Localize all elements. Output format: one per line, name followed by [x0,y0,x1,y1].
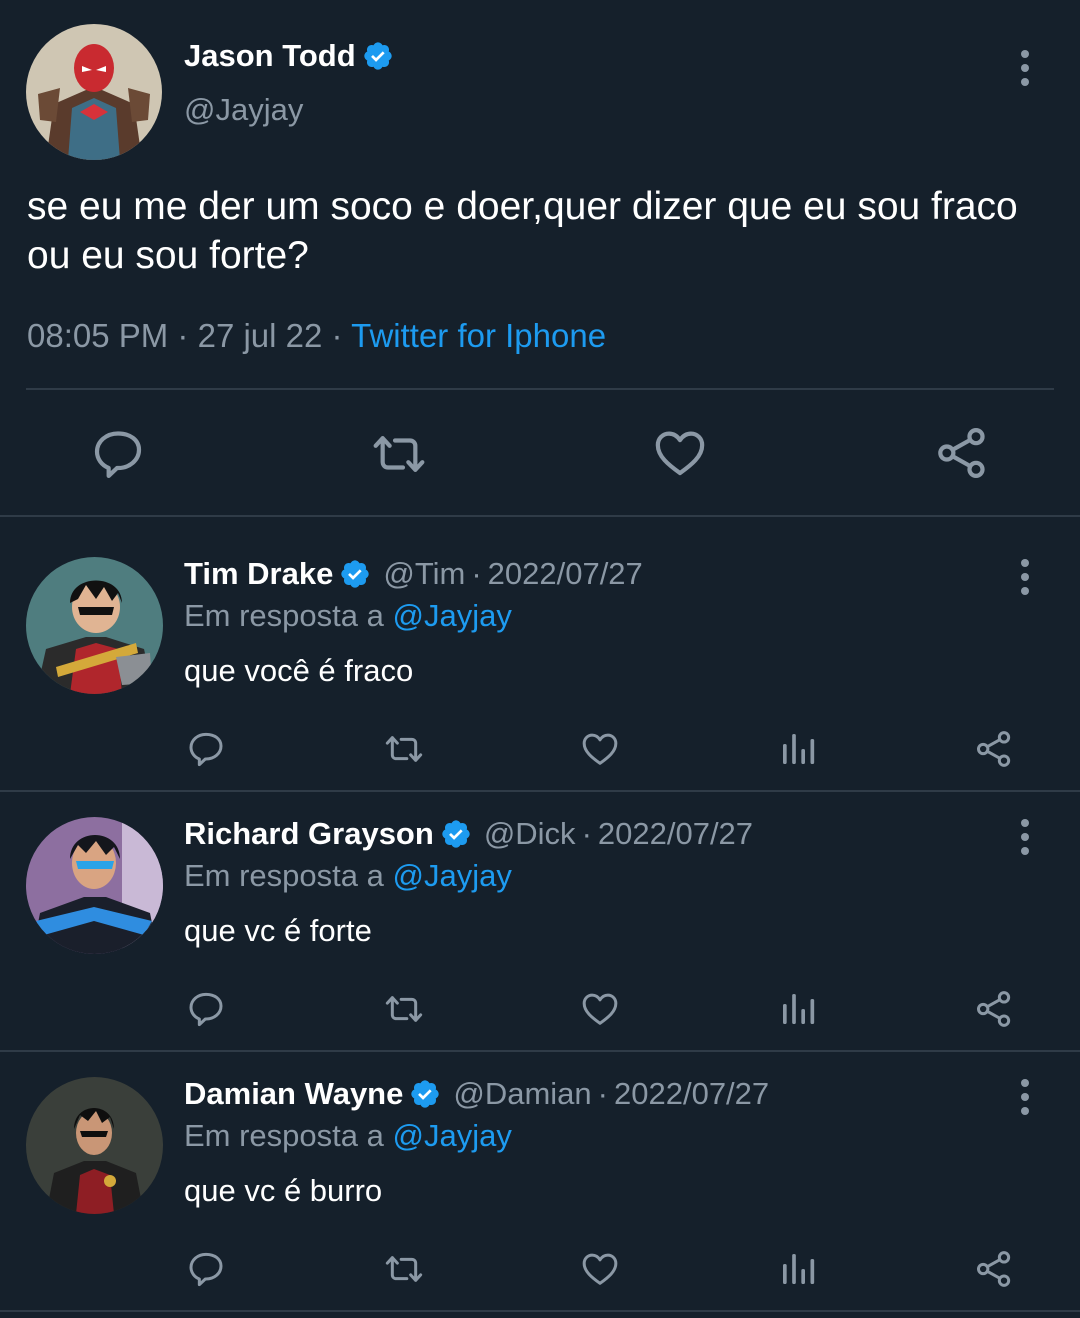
author-handle[interactable]: @Jayjay [184,92,303,128]
reply-tweet[interactable]: Richard Grayson @Dick · 2022/07/27 Em re… [0,793,1080,1051]
reply-to-label: Em resposta a [184,858,393,893]
reply-text: que vc é burro [184,1173,383,1208]
divider [0,1310,1080,1312]
more-options-icon[interactable] [1015,48,1035,88]
avatar[interactable] [26,817,163,954]
divider [26,388,1054,390]
reply-icon[interactable] [186,729,226,769]
verified-badge-icon [362,40,394,72]
retweet-icon[interactable] [382,989,426,1029]
avatar[interactable] [26,557,163,694]
divider [0,790,1080,792]
retweet-icon[interactable] [370,426,428,482]
retweet-icon[interactable] [382,1249,426,1289]
like-icon[interactable] [580,1249,620,1289]
reply-header: Richard Grayson @Dick · 2022/07/27 [184,816,753,852]
reply-date: 2022/07/27 [614,1076,770,1111]
retweet-icon[interactable] [382,729,426,769]
divider [0,515,1080,517]
analytics-icon[interactable] [778,729,818,769]
nightwing-avatar-image [26,817,163,954]
reply-icon[interactable] [186,989,226,1029]
tweet-source-link[interactable]: Twitter for Iphone [351,317,606,354]
meta-separator: · [471,556,482,591]
reply-text: que você é fraco [184,653,414,688]
reply-header: Damian Wayne @Damian · 2022/07/27 [184,1076,769,1112]
author-handle[interactable]: @Tim [383,556,465,592]
verified-badge-icon [409,1078,441,1110]
reply-header: Tim Drake @Tim · 2022/07/27 [184,556,643,592]
author-name-text: Jason Todd [184,38,356,73]
reply-to-mention[interactable]: @Jayjay [392,598,511,633]
reply-to-mention[interactable]: @Jayjay [392,1118,511,1153]
share-icon[interactable] [974,729,1014,769]
avatar[interactable] [26,24,162,160]
author-handle[interactable]: @Dick [484,816,576,852]
reply-text: que vc é forte [184,913,372,948]
reply-context: Em resposta a @Jayjay [184,598,512,634]
damian-wayne-avatar-image [26,1077,163,1214]
share-icon[interactable] [974,989,1014,1029]
meta-separator: · [177,317,189,354]
author-handle[interactable]: @Damian [453,1076,591,1112]
red-hood-avatar-image [26,24,162,160]
avatar[interactable] [26,1077,163,1214]
meta-separator: · [581,816,592,851]
reply-date: 2022/07/27 [487,556,643,591]
tweet-meta: 08:05 PM · 27 jul 22 · Twitter for Iphon… [27,317,606,355]
like-icon[interactable] [580,729,620,769]
meta-separator: · [331,317,343,354]
reply-tweet[interactable]: Damian Wayne @Damian · 2022/07/27 Em res… [0,1053,1080,1311]
reply-tweet[interactable]: Tim Drake @Tim · 2022/07/27 Em resposta … [0,533,1080,791]
reply-to-label: Em resposta a [184,1118,393,1153]
reply-to-label: Em resposta a [184,598,393,633]
verified-badge-icon [440,818,472,850]
more-options-icon[interactable] [1015,1077,1035,1117]
reply-icon[interactable] [186,1249,226,1289]
author-name[interactable]: Jason Todd [184,38,394,74]
like-icon[interactable] [652,425,708,481]
reply-context: Em resposta a @Jayjay [184,1118,512,1154]
analytics-icon[interactable] [778,989,818,1029]
share-icon[interactable] [934,425,990,481]
reply-to-mention[interactable]: @Jayjay [392,858,511,893]
reply-context: Em resposta a @Jayjay [184,858,512,894]
author-name[interactable]: Richard Grayson [184,816,434,852]
reply-date: 2022/07/27 [597,816,754,851]
more-options-icon[interactable] [1015,817,1035,857]
share-icon[interactable] [974,1249,1014,1289]
reply-icon[interactable] [90,426,146,482]
tweet-text: se eu me der um soco e doer,quer dizer q… [27,185,1018,277]
author-name[interactable]: Tim Drake [184,556,333,592]
divider [0,1050,1080,1052]
analytics-icon[interactable] [778,1249,818,1289]
like-icon[interactable] [580,989,620,1029]
author-name[interactable]: Damian Wayne [184,1076,403,1112]
main-tweet: Jason Todd @Jayjay se eu me der um soco … [0,0,1080,515]
more-options-icon[interactable] [1015,557,1035,597]
verified-badge-icon [339,558,371,590]
tim-drake-avatar-image [26,557,163,694]
tweet-time: 08:05 PM [27,317,169,354]
meta-separator: · [597,1076,608,1111]
tweet-date: 27 jul 22 [197,317,323,354]
